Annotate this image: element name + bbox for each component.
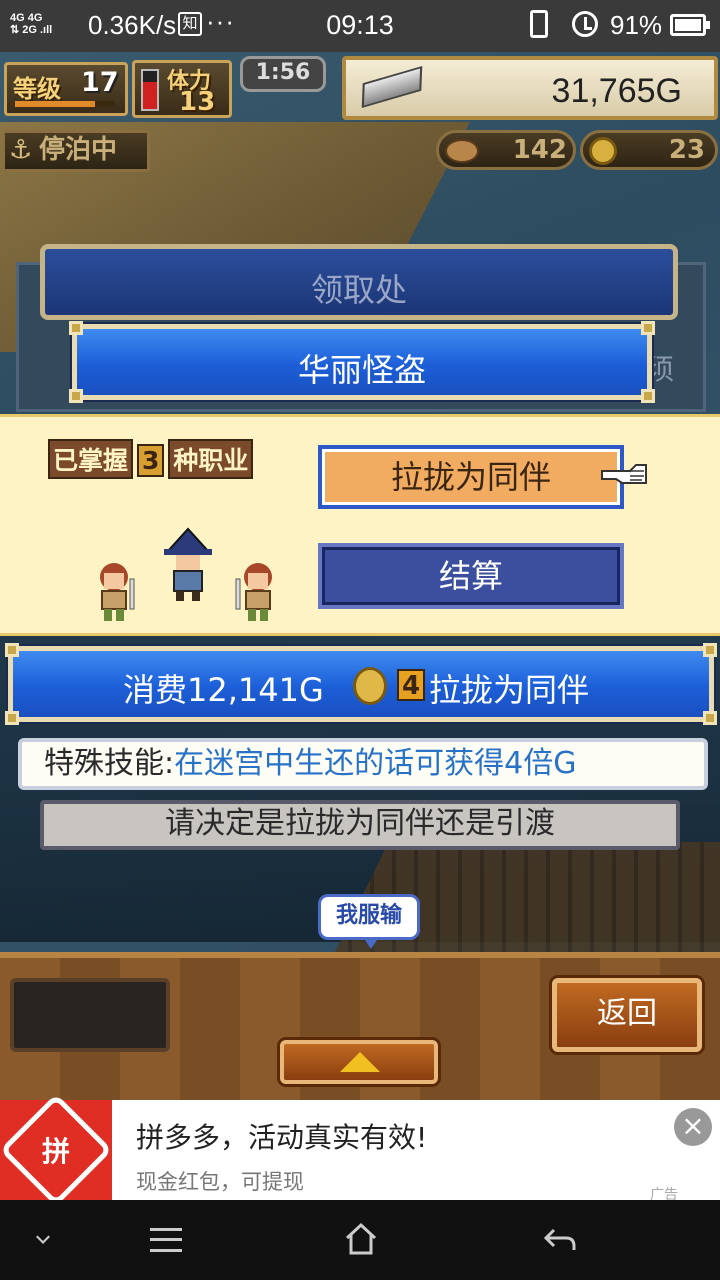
corner-ornament [641,321,655,335]
pay-recruit-button[interactable]: 消费12,141G 4 拉拢为同伴 [5,643,717,725]
coin-counter: 23 [580,130,718,170]
anchor-status-label: 停泊中 [39,135,118,165]
mastered-jobs: 已掌握 3 种职业 [48,439,257,479]
corner-ornament [5,643,19,657]
wizard-character [164,527,212,601]
expand-up-button[interactable] [280,1040,438,1084]
ad-title: 拼多多，活动真实有效! [136,1121,428,1154]
cost-amount: 消费12,141G [123,671,324,709]
stamina-display: 体力 13 [132,60,232,118]
recruit-button[interactable]: 拉拢为同伴 [318,445,624,509]
rope-count: 142 [512,135,567,165]
special-skill-info: 特殊技能:在迷宫中生还的话可获得4倍G [18,738,708,790]
skill-description: 在迷宫中生还的话可获得4倍G [174,746,577,781]
anchor-status[interactable]: ⚓ 停泊中 [2,130,150,172]
warrior-character-left [100,563,135,621]
reception-title: 领取处 [310,271,407,309]
logo-char: 拼 [41,1135,70,1168]
bottom-toolbar: 返回 [0,952,720,1100]
vibrate-icon [530,10,548,38]
battery-percent: 91% [610,10,663,40]
rope-icon [445,139,479,163]
recruit-panel: 已掌握 3 种职业 拉拢为同伴 结算 [0,414,720,636]
speech-bubble: 我服输 [318,894,420,949]
corner-ornament [641,389,655,403]
menu-icon[interactable] [150,1228,182,1252]
level-label: 等级 [13,75,61,103]
warrior-character-right [235,563,272,621]
corner-ornament [69,389,83,403]
corner-ornament [69,321,83,335]
mastered-prefix: 已掌握 [48,439,134,479]
medal-coin-count: 4 [397,669,425,701]
ad-banner[interactable]: 拼 拼多多，活动真实有效! 现金红包，可提现 × 广告 [0,1093,720,1207]
gold-value: 31,765G [551,72,682,110]
pointing-hand-icon [601,464,647,484]
character-name: 华丽怪盗 [297,351,426,389]
empty-slot [10,978,170,1052]
stamina-value: 13 [179,87,216,117]
corner-ornament [703,643,717,657]
corner-ornament [5,711,19,725]
coin-icon [589,137,617,165]
alarm-icon [572,11,598,37]
system-nav-bar [0,1200,720,1280]
coin-count: 23 [668,135,705,165]
skill-label: 特殊技能: [44,746,175,781]
collapse-icon[interactable] [36,1230,50,1244]
stamina-gauge [141,69,159,111]
mastered-suffix: 种职业 [168,439,254,479]
decision-prompt: 请决定是拉拢为同伴还是引渡 [40,800,680,850]
status-bar: 4G 4G ⇅ 2G .ıll 0.36K/s 知 ··· 09:13 91% [0,0,720,52]
level-display: 等级 17 [4,62,128,116]
corner-ornament [703,711,717,725]
home-icon[interactable] [344,1222,378,1256]
reception-panel: 领取处 [40,244,678,320]
ad-close-button[interactable]: × [674,1108,712,1146]
level-progress-fill [15,101,95,107]
back-button[interactable]: 返回 [552,978,702,1052]
back-arrow-icon[interactable] [542,1222,578,1258]
character-name-panel: 华丽怪盗 [69,321,655,403]
game-screen: 等级 17 体力 13 1:56 31,765G ⚓ 停泊中 142 23 须 领… [0,52,720,1100]
silver-bar-icon [361,65,423,109]
cost-action-label: 拉拢为同伴 [429,671,590,709]
pinduoduo-logo: 拼 [0,1093,113,1207]
level-value: 17 [81,67,119,98]
stamina-timer: 1:56 [240,56,326,92]
anchor-icon: ⚓ [9,135,33,165]
settle-button[interactable]: 结算 [318,543,624,609]
level-progress-bar [15,101,115,107]
ad-subtitle: 现金红包，可提现 [136,1170,304,1194]
medal-coin-icon [353,667,387,705]
battery-icon [670,14,710,36]
stamina-gauge-fill [143,82,157,109]
gold-display: 31,765G [342,56,718,120]
mastered-count: 3 [137,444,165,477]
rope-counter: 142 [436,130,576,170]
